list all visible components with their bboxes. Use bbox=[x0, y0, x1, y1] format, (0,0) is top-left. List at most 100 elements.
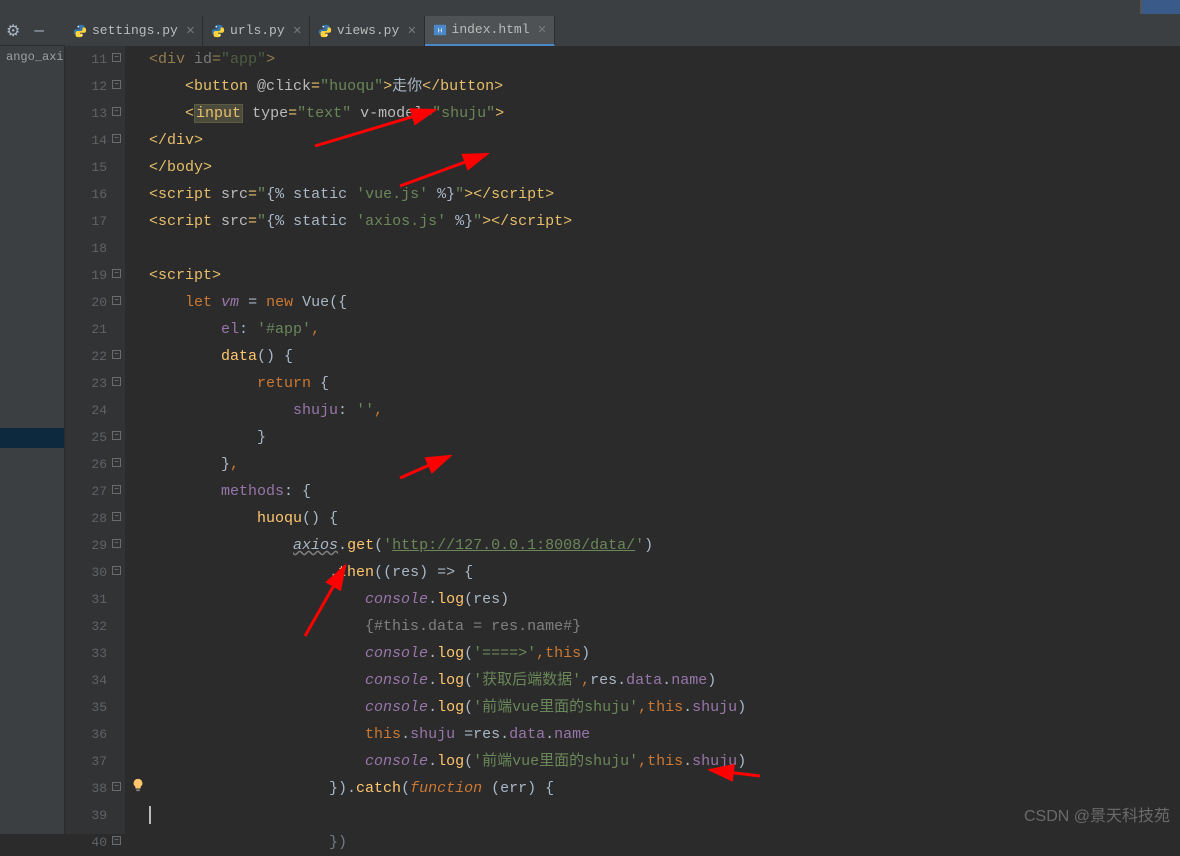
minimize-icon[interactable]: — bbox=[34, 22, 44, 40]
gutter-line-number[interactable]: 25− bbox=[65, 424, 107, 451]
code-line[interactable]: <script src="{% static 'axios.js' %}"></… bbox=[149, 208, 1180, 235]
gutter-line-number[interactable]: 18 bbox=[65, 235, 107, 262]
code-line[interactable] bbox=[149, 235, 1180, 262]
fold-marker-icon[interactable]: − bbox=[112, 107, 121, 116]
code-line[interactable]: } bbox=[149, 424, 1180, 451]
gutter-line-number[interactable]: 16 bbox=[65, 181, 107, 208]
close-icon[interactable]: ✕ bbox=[186, 24, 195, 38]
gutter-line-number[interactable]: 15 bbox=[65, 154, 107, 181]
code-line[interactable]: }, bbox=[149, 451, 1180, 478]
gutter-line-number[interactable]: 38− bbox=[65, 775, 107, 802]
gutter-line-number[interactable]: 34 bbox=[65, 667, 107, 694]
code-line[interactable]: return { bbox=[149, 370, 1180, 397]
ide-logo-icon bbox=[1140, 0, 1180, 14]
fold-marker-icon[interactable]: − bbox=[112, 296, 121, 305]
gutter-line-number[interactable]: 17 bbox=[65, 208, 107, 235]
code-line[interactable]: shuju: '', bbox=[149, 397, 1180, 424]
code-line[interactable]: console.log(res) bbox=[149, 586, 1180, 613]
code-line[interactable]: .then((res) => { bbox=[149, 559, 1180, 586]
code-area[interactable]: <div id="app"> <button @click="huoqu">走你… bbox=[125, 46, 1180, 834]
fold-marker-icon[interactable]: − bbox=[112, 512, 121, 521]
code-line[interactable]: console.log('获取后端数据',res.data.name) bbox=[149, 667, 1180, 694]
gutter[interactable]: 11−12−13−14−1516171819−20−2122−23−2425−2… bbox=[65, 46, 125, 834]
fold-marker-icon[interactable]: − bbox=[112, 458, 121, 467]
gutter-line-number[interactable]: 21 bbox=[65, 316, 107, 343]
python-file-icon bbox=[318, 24, 332, 38]
lightbulb-icon[interactable] bbox=[131, 775, 145, 789]
code-line[interactable]: <input type="text" v-model="shuju"> bbox=[149, 100, 1180, 127]
gutter-line-number[interactable]: 40− bbox=[65, 829, 107, 856]
toolbar: ⚙ — settings.py✕urls.py✕views.py✕Hindex.… bbox=[0, 16, 1180, 46]
close-icon[interactable]: ✕ bbox=[538, 23, 547, 37]
gutter-line-number[interactable]: 24 bbox=[65, 397, 107, 424]
code-line[interactable]: data() { bbox=[149, 343, 1180, 370]
code-line[interactable]: huoqu() { bbox=[149, 505, 1180, 532]
fold-marker-icon[interactable]: − bbox=[112, 80, 121, 89]
code-line[interactable]: this.shuju =res.data.name bbox=[149, 721, 1180, 748]
code-line[interactable]: }) bbox=[149, 829, 1180, 856]
watermark: CSDN @景天科技苑 bbox=[1024, 802, 1170, 826]
project-sidebar[interactable]: ango_axios bbox=[0, 46, 65, 834]
code-line[interactable]: console.log('====>',this) bbox=[149, 640, 1180, 667]
gear-icon[interactable]: ⚙ bbox=[6, 21, 20, 41]
code-line[interactable]: </div> bbox=[149, 127, 1180, 154]
fold-marker-icon[interactable]: − bbox=[112, 539, 121, 548]
gutter-line-number[interactable]: 28− bbox=[65, 505, 107, 532]
sidebar-item-project[interactable]: ango_axios bbox=[0, 46, 64, 68]
gutter-line-number[interactable]: 22− bbox=[65, 343, 107, 370]
gutter-line-number[interactable]: 13− bbox=[65, 100, 107, 127]
code-line[interactable]: el: '#app', bbox=[149, 316, 1180, 343]
python-file-icon bbox=[211, 24, 225, 38]
code-line[interactable]: <button @click="huoqu">走你</button> bbox=[149, 73, 1180, 100]
gutter-line-number[interactable]: 37 bbox=[65, 748, 107, 775]
code-line[interactable]: <script> bbox=[149, 262, 1180, 289]
gutter-line-number[interactable]: 27− bbox=[65, 478, 107, 505]
gutter-line-number[interactable]: 19− bbox=[65, 262, 107, 289]
gutter-line-number[interactable]: 29− bbox=[65, 532, 107, 559]
editor[interactable]: 11−12−13−14−1516171819−20−2122−23−2425−2… bbox=[65, 46, 1180, 834]
close-icon[interactable]: ✕ bbox=[293, 24, 302, 38]
code-line[interactable]: {#this.data = res.name#} bbox=[149, 613, 1180, 640]
gutter-line-number[interactable]: 26− bbox=[65, 451, 107, 478]
fold-marker-icon[interactable]: − bbox=[112, 134, 121, 143]
code-line[interactable]: axios.get('http://127.0.0.1:8008/data/') bbox=[149, 532, 1180, 559]
gutter-line-number[interactable]: 35 bbox=[65, 694, 107, 721]
tab-label: urls.py bbox=[230, 23, 285, 38]
fold-marker-icon[interactable]: − bbox=[112, 782, 121, 791]
code-line[interactable]: console.log('前端vue里面的shuju',this.shuju) bbox=[149, 748, 1180, 775]
code-line[interactable]: }).catch(function (err) { bbox=[149, 775, 1180, 802]
fold-marker-icon[interactable]: − bbox=[112, 53, 121, 62]
python-file-icon bbox=[73, 24, 87, 38]
gutter-line-number[interactable]: 31 bbox=[65, 586, 107, 613]
code-line[interactable]: let vm = new Vue({ bbox=[149, 289, 1180, 316]
code-line[interactable]: <script src="{% static 'vue.js' %}"></sc… bbox=[149, 181, 1180, 208]
tab-index-html[interactable]: Hindex.html✕ bbox=[425, 16, 555, 46]
code-line[interactable]: </body> bbox=[149, 154, 1180, 181]
fold-marker-icon[interactable]: − bbox=[112, 485, 121, 494]
gutter-line-number[interactable]: 39 bbox=[65, 802, 107, 829]
gutter-line-number[interactable]: 30− bbox=[65, 559, 107, 586]
gutter-line-number[interactable]: 11− bbox=[65, 46, 107, 73]
gutter-line-number[interactable]: 33 bbox=[65, 640, 107, 667]
code-line[interactable]: <div id="app"> bbox=[149, 46, 1180, 73]
code-line[interactable]: console.log('前端vue里面的shuju',this.shuju) bbox=[149, 694, 1180, 721]
tab-settings-py[interactable]: settings.py✕ bbox=[65, 16, 203, 46]
fold-marker-icon[interactable]: − bbox=[112, 350, 121, 359]
tab-label: index.html bbox=[452, 22, 530, 37]
gutter-line-number[interactable]: 12− bbox=[65, 73, 107, 100]
fold-marker-icon[interactable]: − bbox=[112, 836, 121, 845]
tab-views-py[interactable]: views.py✕ bbox=[310, 16, 425, 46]
gutter-line-number[interactable]: 23− bbox=[65, 370, 107, 397]
fold-marker-icon[interactable]: − bbox=[112, 566, 121, 575]
gutter-line-number[interactable]: 20− bbox=[65, 289, 107, 316]
fold-marker-icon[interactable]: − bbox=[112, 377, 121, 386]
gutter-line-number[interactable]: 14− bbox=[65, 127, 107, 154]
fold-marker-icon[interactable]: − bbox=[112, 431, 121, 440]
gutter-line-number[interactable]: 36 bbox=[65, 721, 107, 748]
code-line[interactable]: methods: { bbox=[149, 478, 1180, 505]
sidebar-item-selected[interactable] bbox=[0, 428, 64, 448]
gutter-line-number[interactable]: 32 bbox=[65, 613, 107, 640]
close-icon[interactable]: ✕ bbox=[407, 24, 416, 38]
tab-urls-py[interactable]: urls.py ✕ bbox=[203, 16, 310, 46]
fold-marker-icon[interactable]: − bbox=[112, 269, 121, 278]
